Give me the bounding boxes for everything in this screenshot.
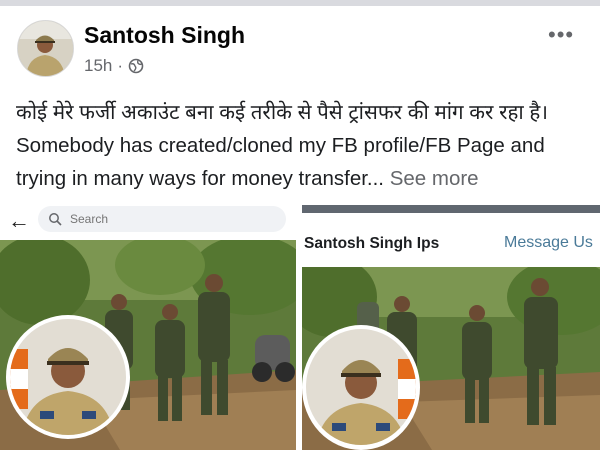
screenshot-top-bar [302,205,600,213]
post-text: कोई मेरे फर्जी अकाउंट बना कई तरीके से पै… [16,96,588,195]
officer-page-image [306,329,416,445]
author-avatar[interactable] [17,20,74,77]
fake-profile-screenshot: ← [0,200,296,450]
more-options-button[interactable]: ••• [548,22,574,48]
post-meta: 15h · [84,56,144,76]
top-strip [0,0,600,6]
search-bar[interactable] [38,206,286,232]
back-arrow-icon[interactable]: ← [8,208,30,234]
globe-icon [128,58,144,74]
search-input[interactable] [68,211,272,227]
profile-picture[interactable] [6,315,130,439]
officer-avatar-image [18,21,73,76]
post-text-hindi: कोई मेरे फर्जी अकाउंट बना कई तरीके से पै… [16,101,549,124]
search-icon [49,213,62,226]
page-name[interactable]: Santosh Singh Ips [304,235,439,253]
officer-profile-image [10,319,126,435]
author-name[interactable]: Santosh Singh [84,22,245,49]
fake-page-screenshot: Santosh Singh Ips Message Us [302,205,600,450]
see-more-link[interactable]: See more [390,167,479,190]
meta-separator: · [117,56,124,75]
message-us-button[interactable]: Message Us [504,234,593,252]
page-profile-picture[interactable] [302,325,420,450]
post-time[interactable]: 15h [84,56,112,76]
